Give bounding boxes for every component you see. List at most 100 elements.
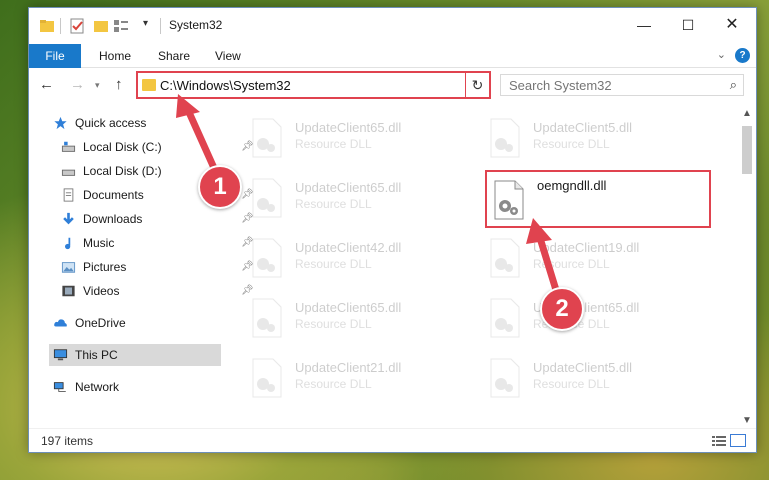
ribbon-tabs: File Home Share View ⌄ ? — [29, 44, 756, 68]
file-item[interactable]: UpdateClient19.dll Resource DLL — [487, 236, 717, 284]
file-name: UpdateClient5.dll — [533, 120, 633, 135]
file-type: Resource DLL — [295, 257, 372, 271]
tab-view[interactable]: View — [215, 44, 241, 68]
step-1-badge: 1 — [198, 165, 242, 209]
dll-file-icon — [252, 118, 282, 158]
separator — [160, 18, 161, 34]
explorer-window: ▾ System32 — ☐ ✕ File Home Share View ⌄ … — [28, 7, 757, 453]
tab-file[interactable]: File — [29, 44, 81, 68]
item-count: 197 items — [41, 434, 94, 448]
tab-share[interactable]: Share — [158, 44, 190, 68]
file-name: UpdateClient19.dll — [533, 240, 640, 255]
address-path[interactable]: C:\Windows\System32 — [160, 78, 291, 93]
dll-file-icon — [252, 358, 282, 398]
title-bar: ▾ System32 — ☐ ✕ — [29, 8, 756, 42]
drive-icon — [61, 169, 76, 176]
search-box[interactable]: ⌕ — [500, 74, 744, 96]
status-bar: 197 items — [29, 428, 756, 452]
file-type: Resource DLL — [533, 377, 610, 391]
sidebar-item-documents[interactable]: Documents 📌︎ — [61, 184, 254, 206]
sidebar-item-local-disk-d[interactable]: Local Disk (D:) — [61, 160, 221, 182]
sidebar-item-this-pc[interactable]: This PC — [49, 344, 221, 366]
file-item[interactable]: UpdateClient5.dll Resource DLL — [487, 356, 717, 404]
sidebar-item-label: Local Disk (D:) — [83, 164, 162, 178]
file-type: Resource DLL — [295, 137, 372, 151]
sidebar-item-videos[interactable]: Videos 📌︎ — [61, 280, 254, 302]
search-icon[interactable]: ⌕ — [730, 77, 737, 93]
sidebar-item-label: OneDrive — [75, 316, 126, 330]
back-arrow-icon[interactable]: ← — [39, 76, 54, 93]
sidebar-item-quick-access[interactable]: Quick access — [53, 112, 223, 134]
star-icon — [54, 116, 67, 130]
recent-locations-icon[interactable]: ▾ — [95, 80, 100, 91]
sidebar-item-onedrive[interactable]: OneDrive — [53, 312, 223, 334]
file-name: UpdateClient21.dll — [295, 360, 402, 375]
search-input[interactable] — [509, 78, 709, 93]
sidebar-item-label: Network — [75, 380, 120, 394]
help-icon[interactable]: ? — [735, 48, 750, 63]
sidebar-item-pictures[interactable]: Pictures 📌︎ — [61, 256, 254, 278]
folder-icon[interactable] — [39, 18, 55, 34]
file-item[interactable]: UpdateClient42.dll Resource DLL — [249, 236, 479, 284]
details-view-icon[interactable] — [712, 435, 726, 447]
new-folder-icon[interactable] — [93, 18, 109, 34]
navigation-pane: Quick access Local Disk (C:) 📌︎ Local Di… — [29, 108, 254, 430]
separator — [60, 18, 61, 34]
dll-file-icon — [252, 298, 282, 338]
scroll-thumb[interactable] — [742, 126, 752, 174]
folder-icon — [142, 79, 156, 91]
file-item[interactable]: UpdateClient65.dll Resource DLL — [487, 296, 717, 344]
properties-icon[interactable] — [69, 18, 85, 34]
dll-file-icon — [252, 238, 282, 278]
file-type: Resource DLL — [295, 377, 372, 391]
dll-file-icon — [494, 180, 524, 220]
maximize-button[interactable]: ☐ — [666, 12, 710, 38]
file-name: oemgndll.dll — [537, 178, 607, 193]
large-icons-view-icon[interactable] — [730, 434, 746, 447]
sidebar-item-music[interactable]: Music 📌︎ — [61, 232, 254, 254]
sidebar-item-label: This PC — [75, 348, 118, 362]
file-type: Resource DLL — [533, 257, 610, 271]
minimize-button[interactable]: — — [622, 12, 666, 38]
file-type: Resource DLL — [533, 137, 610, 151]
sidebar-item-label: Local Disk (C:) — [83, 140, 162, 154]
up-arrow-icon[interactable]: ↑ — [115, 76, 123, 93]
dll-file-icon — [490, 238, 520, 278]
pictures-icon — [61, 262, 76, 273]
dll-file-icon — [490, 118, 520, 158]
close-button[interactable]: ✕ — [710, 12, 754, 38]
scroll-down-icon[interactable]: ▼ — [742, 415, 752, 426]
address-bar[interactable]: C:\Windows\System32 ⌄ — [136, 71, 491, 99]
tab-home[interactable]: Home — [99, 44, 131, 68]
file-name: UpdateClient42.dll — [295, 240, 402, 255]
sidebar-item-label: Music — [83, 236, 115, 250]
sidebar-item-downloads[interactable]: Downloads 📌︎ — [61, 208, 254, 230]
expand-ribbon-icon[interactable]: ⌄ — [717, 48, 726, 61]
file-item-oemgndll[interactable]: oemgndll.dll — [491, 178, 711, 226]
file-item[interactable]: UpdateClient65.dll Resource DLL — [249, 116, 479, 164]
file-name: UpdateClient65.dll — [295, 300, 402, 315]
videos-icon — [62, 285, 75, 297]
sidebar-item-label: Documents — [83, 188, 144, 202]
file-name: UpdateClient5.dll — [533, 360, 633, 375]
refresh-button[interactable]: ↻ — [465, 71, 491, 99]
drive-icon — [61, 141, 76, 152]
refresh-icon: ↻ — [471, 77, 484, 93]
forward-arrow-icon[interactable]: → — [70, 76, 85, 93]
vertical-scrollbar[interactable]: ▲ ▼ — [739, 108, 756, 426]
file-item[interactable]: UpdateClient65.dll Resource DLL — [249, 176, 479, 224]
file-item[interactable]: UpdateClient5.dll Resource DLL — [487, 116, 717, 164]
sidebar-item-label: Quick access — [75, 116, 147, 130]
customize-toolbar-icon[interactable]: ▾ — [143, 18, 148, 29]
sidebar-item-label: Videos — [83, 284, 120, 298]
file-item[interactable]: UpdateClient65.dll Resource DLL — [249, 296, 479, 344]
file-item[interactable]: UpdateClient21.dll Resource DLL — [249, 356, 479, 404]
view-options-icon[interactable] — [113, 18, 129, 34]
sidebar-item-local-disk-c[interactable]: Local Disk (C:) 📌︎ — [61, 136, 254, 158]
scroll-up-icon[interactable]: ▲ — [742, 108, 752, 119]
cloud-icon — [54, 319, 67, 327]
sidebar-item-network[interactable]: Network — [53, 376, 223, 398]
file-list: UpdateClient65.dll Resource DLL UpdateCl… — [229, 108, 739, 426]
sidebar-item-label: Pictures — [83, 260, 127, 274]
download-icon — [63, 212, 74, 225]
